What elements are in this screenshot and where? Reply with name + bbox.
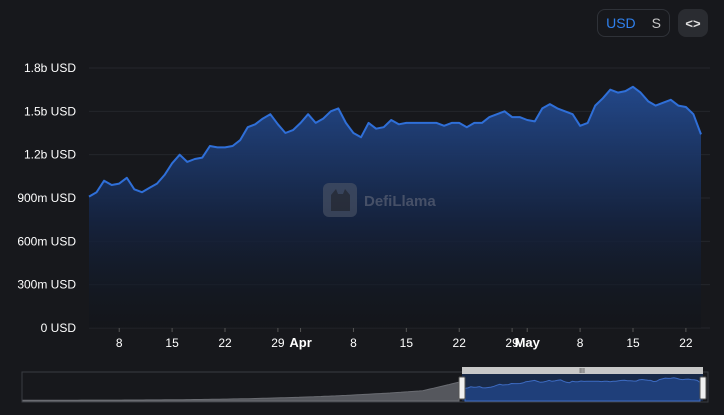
navigator-overview-area [22,381,460,402]
navigator-left-handle[interactable] [458,376,466,400]
y-tick-label: 1.2b USD [24,148,76,162]
x-tick-label: Apr [289,335,311,350]
x-axis: 8 15 22 29 Apr 8 15 22 29May 8 15 22 [116,328,693,350]
y-tick-label: 600m USD [17,234,76,248]
x-tick-label: 15 [626,336,640,350]
x-tick-label: 15 [400,336,414,350]
x-tick-label: 8 [116,336,123,350]
watermark-text: DefiLlama [364,193,436,210]
y-tick-label: 1.5b USD [24,104,76,118]
x-tick-label: 8 [350,336,357,350]
y-tick-label: 300m USD [17,278,76,292]
tvl-chart: 0 USD 300m USD 600m USD 900m USD 1.2b USD 1.5… [17,61,710,403]
x-tick-label: May [515,335,541,350]
llama-logo-icon [323,183,357,217]
x-tick-label: 22 [453,336,467,350]
y-tick-label: 1.8b USD [24,61,76,75]
navigator-right-handle[interactable] [699,376,707,400]
x-tick-label: 22 [679,336,693,350]
x-tick-label: 29 [271,336,285,350]
y-tick-label: 0 USD [41,321,77,335]
y-tick-label: 900m USD [17,191,76,205]
x-tick-label: 22 [218,336,232,350]
x-tick-label: 15 [165,336,179,350]
x-tick-label: 8 [577,336,584,350]
navigator-brush-grip-icon: III [579,368,585,375]
range-navigator[interactable]: III [21,367,709,403]
